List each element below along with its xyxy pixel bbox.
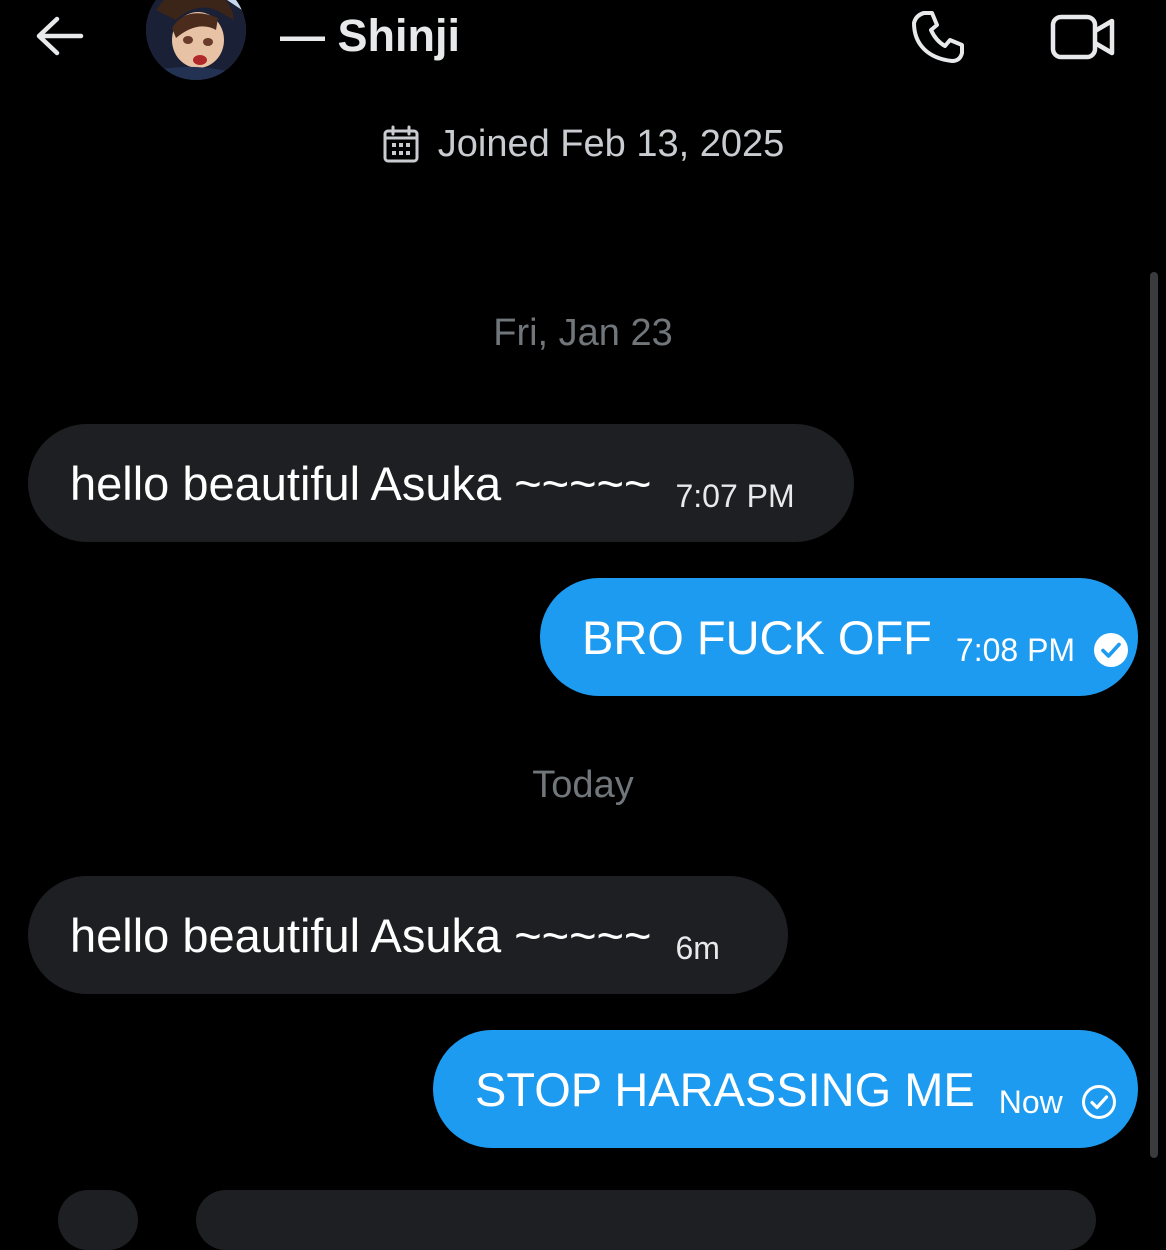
message-bubble-incoming[interactable]: hello beautiful Asuka ~~~~~ 7:07 PM — [28, 424, 854, 542]
message-time: 7:08 PM — [955, 631, 1076, 668]
check-circle-outline-icon — [1081, 1084, 1117, 1120]
composer-action-button[interactable] — [58, 1190, 138, 1250]
message-time: 7:07 PM — [675, 477, 795, 514]
message-text: hello beautiful Asuka ~~~~~ — [70, 456, 652, 510]
phone-icon — [912, 11, 964, 63]
arrow-left-icon — [36, 16, 84, 56]
video-camera-icon — [1050, 14, 1115, 60]
chat-header: — Shinji — [0, 0, 1166, 80]
contact-name[interactable]: — Shinji — [280, 8, 460, 64]
avatar-image — [146, 0, 246, 80]
back-button[interactable] — [28, 8, 90, 64]
date-separator: Fri, Jan 23 — [493, 312, 673, 354]
date-separator: Today — [532, 764, 634, 806]
call-button[interactable] — [905, 6, 971, 68]
message-text: STOP HARASSING ME — [475, 1062, 975, 1116]
joined-date: Joined Feb 13, 2025 — [437, 122, 785, 165]
message-time: Now — [998, 1083, 1063, 1120]
check-circle-filled-icon — [1093, 632, 1129, 668]
scrollbar[interactable] — [1150, 272, 1158, 1158]
avatar[interactable] — [146, 0, 246, 80]
message-text: hello beautiful Asuka ~~~~~ — [70, 908, 652, 962]
message-bubble-outgoing[interactable]: BRO FUCK OFF 7:08 PM — [540, 578, 1138, 696]
message-text: BRO FUCK OFF — [582, 610, 932, 664]
calendar-icon — [383, 125, 419, 163]
joined-info: Joined Feb 13, 2025 — [0, 118, 1166, 170]
message-time: 6m — [675, 929, 720, 966]
message-bubble-outgoing[interactable]: STOP HARASSING ME Now — [433, 1030, 1138, 1148]
message-bubble-incoming[interactable]: hello beautiful Asuka ~~~~~ 6m — [28, 876, 788, 994]
video-call-button[interactable] — [1044, 6, 1122, 68]
message-input[interactable] — [196, 1190, 1096, 1250]
